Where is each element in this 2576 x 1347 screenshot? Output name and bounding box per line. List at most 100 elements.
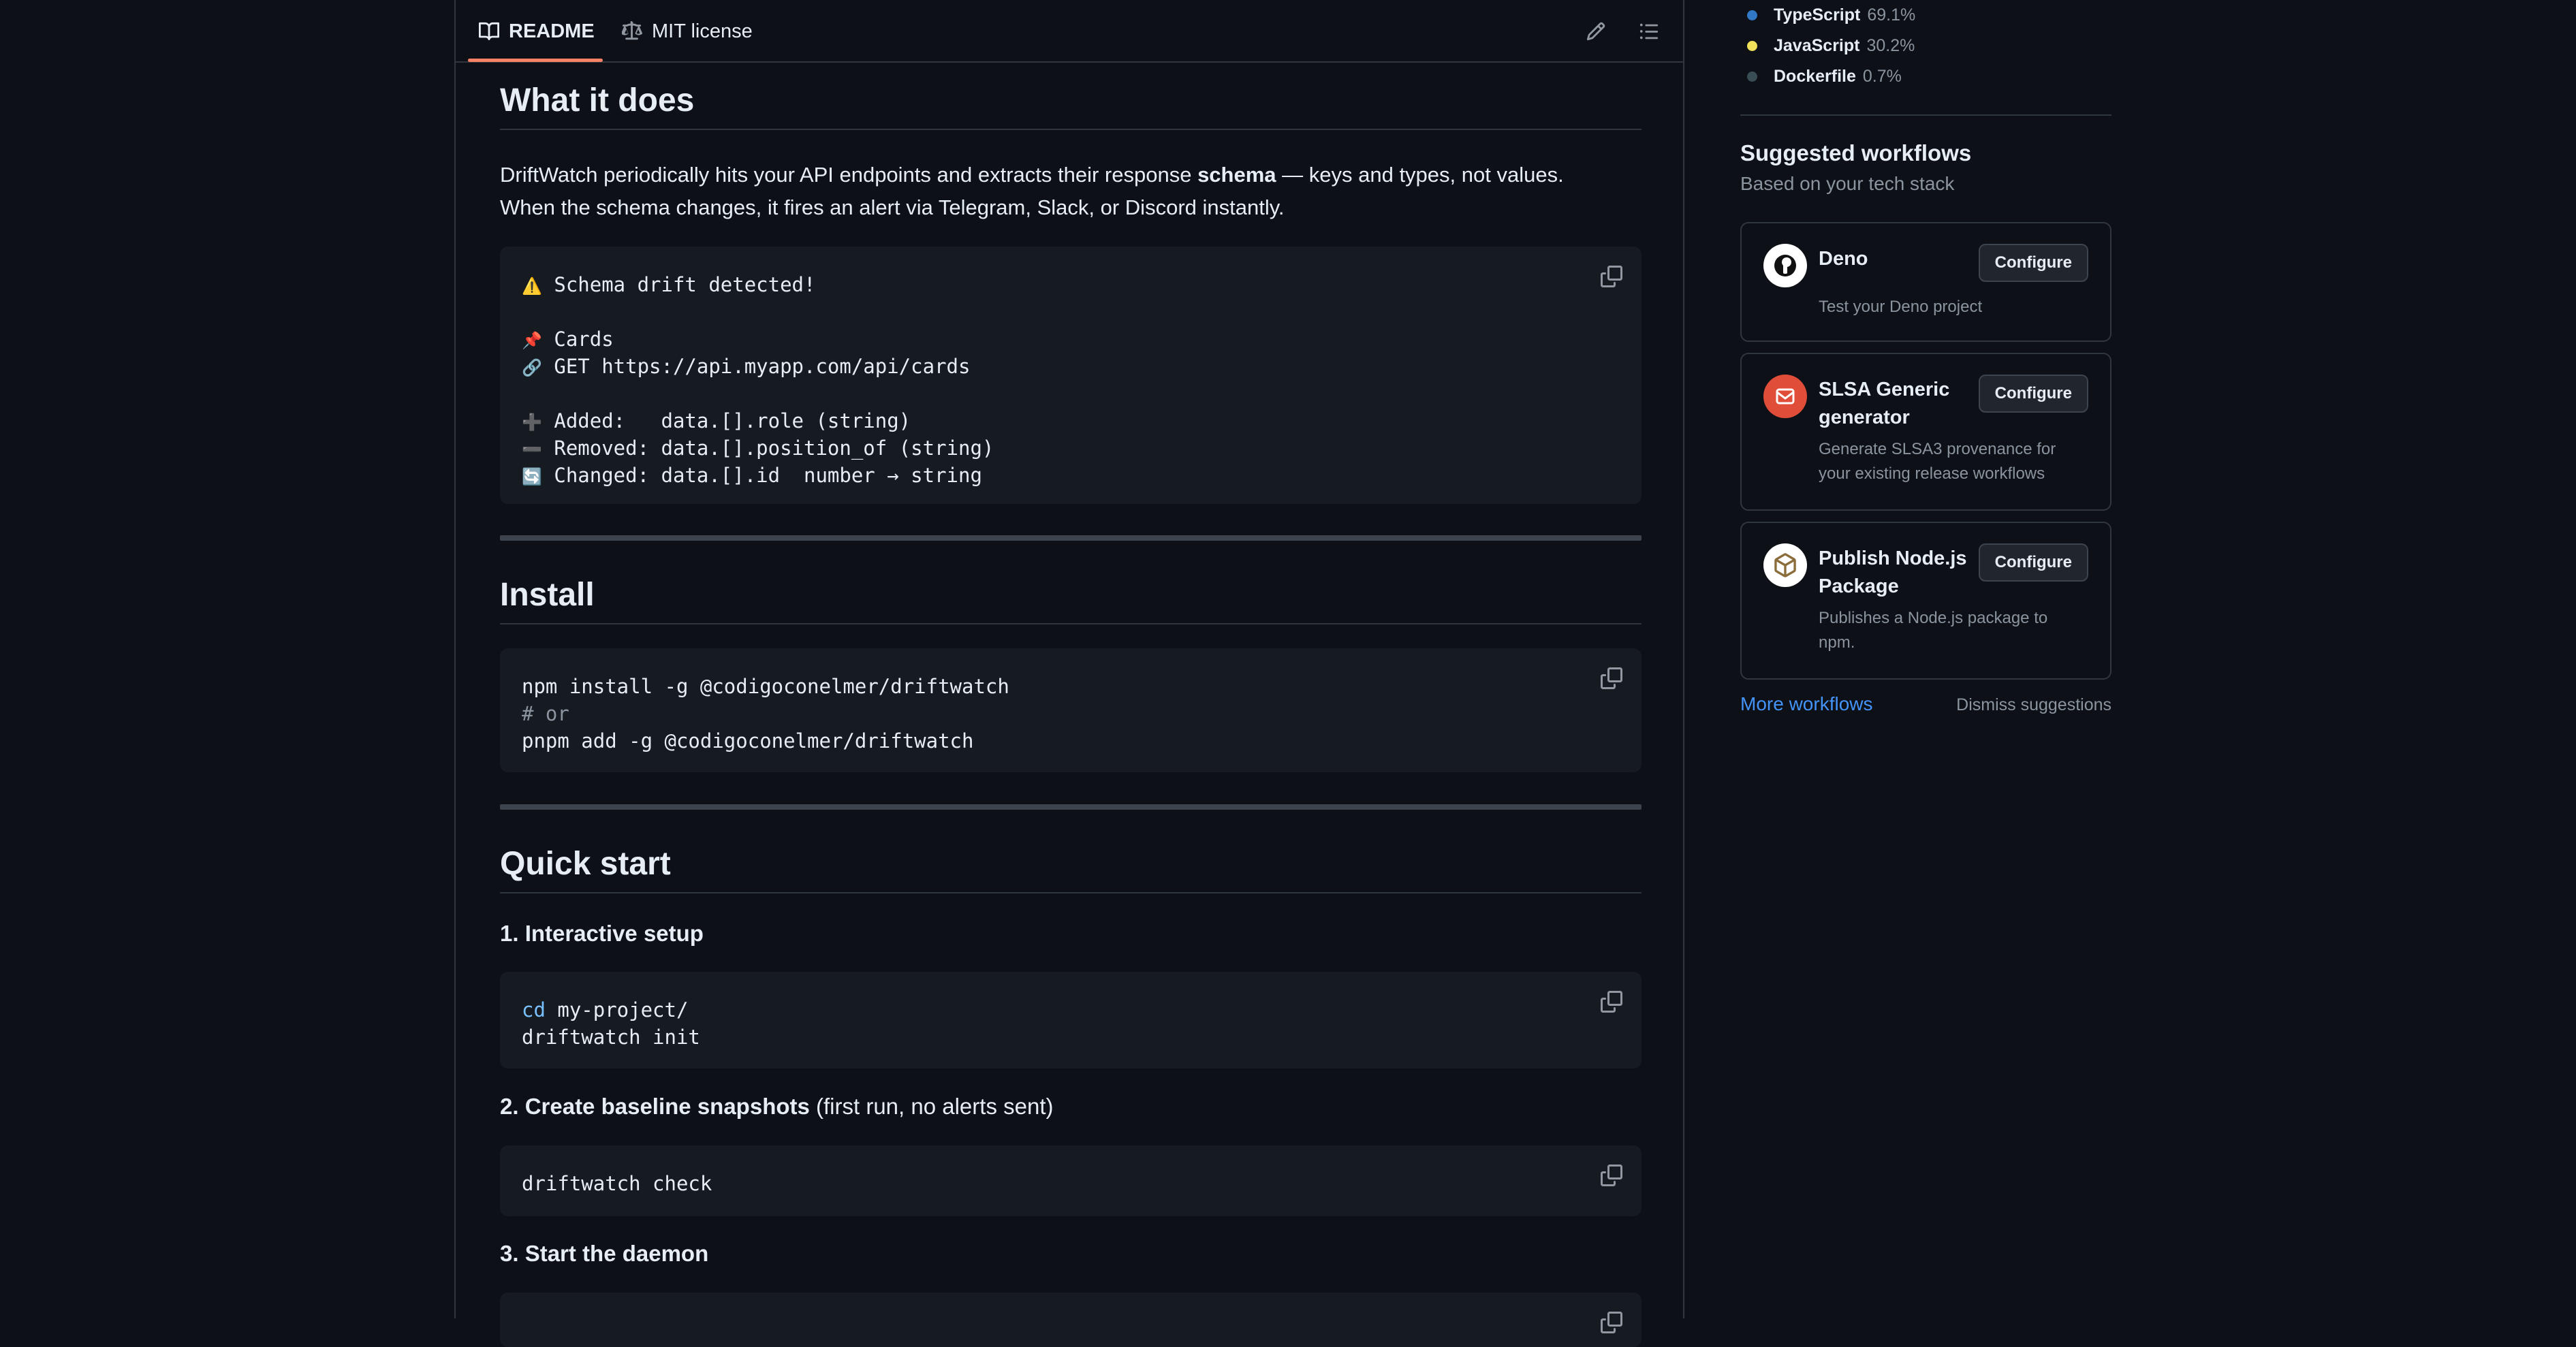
tab-license[interactable]: MIT license bbox=[622, 0, 753, 63]
workflow-name: Publish Node.js Package bbox=[1819, 545, 1982, 601]
language-name: Dockerfile bbox=[1774, 66, 1856, 86]
copy-button[interactable] bbox=[1598, 1309, 1625, 1336]
tab-readme[interactable]: README bbox=[479, 0, 595, 63]
workflow-name-line: Package bbox=[1819, 575, 1899, 597]
language-row-typescript[interactable]: TypeScript 69.1% bbox=[1740, 1, 1915, 29]
language-color-dot bbox=[1747, 10, 1757, 20]
configure-button[interactable]: Configure bbox=[1978, 375, 2088, 413]
language-percent: 69.1% bbox=[1867, 5, 1916, 25]
language-row-javascript[interactable]: JavaScript 30.2% bbox=[1740, 32, 1915, 59]
minus-icon: ➖ bbox=[522, 440, 542, 459]
pencil-icon bbox=[1586, 22, 1605, 41]
dismiss-suggestions-link[interactable]: Dismiss suggestions bbox=[1956, 695, 2111, 715]
code-block-install: npm install -g @codigoconelmer/driftwatc… bbox=[500, 648, 1642, 772]
readme-panel: README MIT license What it does DriftWat… bbox=[454, 0, 1684, 1347]
code-line: driftwatch check bbox=[522, 1172, 712, 1195]
workflow-name: SLSA Generic generator bbox=[1819, 376, 1982, 432]
code-text: GET https://api.myapp.com/api/cards bbox=[554, 355, 971, 378]
code-text: Added: data.[].role (string) bbox=[554, 409, 911, 432]
copy-button[interactable] bbox=[1598, 988, 1625, 1015]
step-1-title: 1. Interactive setup bbox=[500, 921, 704, 947]
code-text: Schema drift detected! bbox=[554, 273, 816, 296]
description-bold-schema: schema bbox=[1197, 163, 1276, 187]
code-comment: # or bbox=[522, 702, 569, 725]
language-percent: 0.7% bbox=[1862, 66, 1902, 86]
heading-what-it-does: What it does bbox=[500, 82, 1642, 130]
copy-icon bbox=[1601, 991, 1622, 1013]
refresh-icon: 🔄 bbox=[522, 467, 542, 486]
copy-button[interactable] bbox=[1598, 665, 1625, 692]
horizontal-rule bbox=[500, 804, 1642, 810]
code-line: 📌 Cards bbox=[522, 326, 1620, 353]
code-text: my-project/ bbox=[545, 998, 689, 1021]
configure-button[interactable]: Configure bbox=[1978, 543, 2088, 582]
package-icon bbox=[1763, 543, 1807, 587]
step-1-title-text: 1. Interactive setup bbox=[500, 921, 704, 946]
language-percent: 30.2% bbox=[1866, 35, 1915, 55]
copy-button[interactable] bbox=[1598, 1162, 1625, 1189]
description-text-3: When the schema changes, it fires an ale… bbox=[500, 195, 1285, 219]
code-text: Removed: data.[].position_of (string) bbox=[554, 437, 994, 460]
workflow-name-line: Publish Node.js bbox=[1819, 548, 1967, 569]
sidebar-divider bbox=[1740, 114, 2111, 116]
code-text: Changed: data.[].id number → string bbox=[554, 464, 982, 487]
language-row-dockerfile[interactable]: Dockerfile 0.7% bbox=[1740, 63, 1902, 90]
more-workflows-link[interactable]: More workflows bbox=[1740, 693, 1872, 715]
code-line: cd my-project/ bbox=[522, 996, 1620, 1024]
workflow-description: Publishes a Node.js package to npm. bbox=[1819, 606, 2084, 655]
tab-readme-label: README bbox=[509, 20, 595, 42]
deno-icon bbox=[1763, 244, 1807, 287]
configure-button[interactable]: Configure bbox=[1978, 244, 2088, 282]
workflow-description: Test your Deno project bbox=[1819, 298, 1983, 316]
code-line: ⚠️ Schema drift detected! bbox=[522, 271, 1620, 298]
code-line: driftwatch init bbox=[522, 1026, 700, 1049]
readme-tab-bar: README MIT license bbox=[456, 0, 1683, 63]
step-3-title: 3. Start the daemon bbox=[500, 1241, 708, 1267]
code-text: Cards bbox=[554, 328, 614, 351]
book-icon bbox=[479, 22, 499, 41]
language-name: JavaScript bbox=[1774, 35, 1860, 55]
description-text-1: DriftWatch periodically hits your API en… bbox=[500, 163, 1198, 187]
workflow-description: Generate SLSA3 provenance for your existi… bbox=[1819, 437, 2084, 486]
step-2-title-text: 2. Create baseline snapshots bbox=[500, 1094, 810, 1119]
description-paragraph: DriftWatch periodically hits your API en… bbox=[500, 159, 1642, 224]
step-3-title-text: 3. Start the daemon bbox=[500, 1241, 709, 1266]
copy-icon bbox=[1601, 667, 1622, 689]
step-2-note: (first run, no alerts sent) bbox=[809, 1094, 1054, 1119]
workflow-name-line: SLSA Generic bbox=[1819, 379, 1950, 400]
slsa-icon bbox=[1763, 375, 1807, 418]
workflow-card-publish-nodejs: Publish Node.js Package Publishes a Node.… bbox=[1740, 522, 2111, 680]
outline-button[interactable] bbox=[1633, 15, 1665, 48]
pushpin-icon: 📌 bbox=[522, 331, 542, 350]
code-line: ➕ Added: data.[].role (string) bbox=[522, 407, 1620, 434]
link-icon: 🔗 bbox=[522, 358, 542, 377]
workflow-description-line: Publishes a Node.js package to bbox=[1819, 609, 2048, 627]
workflow-card-slsa: SLSA Generic generator Generate SLSA3 pro… bbox=[1740, 353, 2111, 511]
tab-license-label: MIT license bbox=[652, 20, 753, 42]
language-color-dot bbox=[1747, 71, 1757, 82]
code-block-check: driftwatch check bbox=[500, 1145, 1642, 1216]
code-block-daemon bbox=[500, 1293, 1642, 1347]
suggested-workflows-title: Suggested workflows bbox=[1740, 140, 1972, 165]
workflow-card-deno: Deno Test your Deno project Configure bbox=[1740, 222, 2111, 342]
workflow-name: Deno bbox=[1819, 248, 1868, 270]
edit-file-button[interactable] bbox=[1580, 15, 1612, 48]
description-text-2: — keys and types, not values. bbox=[1276, 163, 1564, 187]
copy-button[interactable] bbox=[1598, 263, 1625, 290]
copy-icon bbox=[1601, 1164, 1622, 1186]
code-line: npm install -g @codigoconelmer/driftwatc… bbox=[522, 675, 1009, 698]
law-icon bbox=[622, 21, 642, 40]
code-line: 🔗 GET https://api.myapp.com/api/cards bbox=[522, 353, 1620, 380]
code-line: 🔄 Changed: data.[].id number → string bbox=[522, 462, 1620, 489]
heading-install: Install bbox=[500, 576, 1642, 624]
step-2-title: 2. Create baseline snapshots (first run,… bbox=[500, 1094, 1053, 1120]
copy-icon bbox=[1601, 266, 1622, 287]
code-block-alert-example: ⚠️ Schema drift detected! 📌 Cards 🔗 GET … bbox=[500, 247, 1642, 504]
language-color-dot bbox=[1747, 40, 1757, 51]
suggested-workflows-subtitle: Based on your tech stack bbox=[1740, 173, 1955, 194]
horizontal-rule bbox=[500, 535, 1642, 541]
list-unordered-icon bbox=[1639, 23, 1659, 39]
active-tab-indicator bbox=[468, 59, 603, 62]
